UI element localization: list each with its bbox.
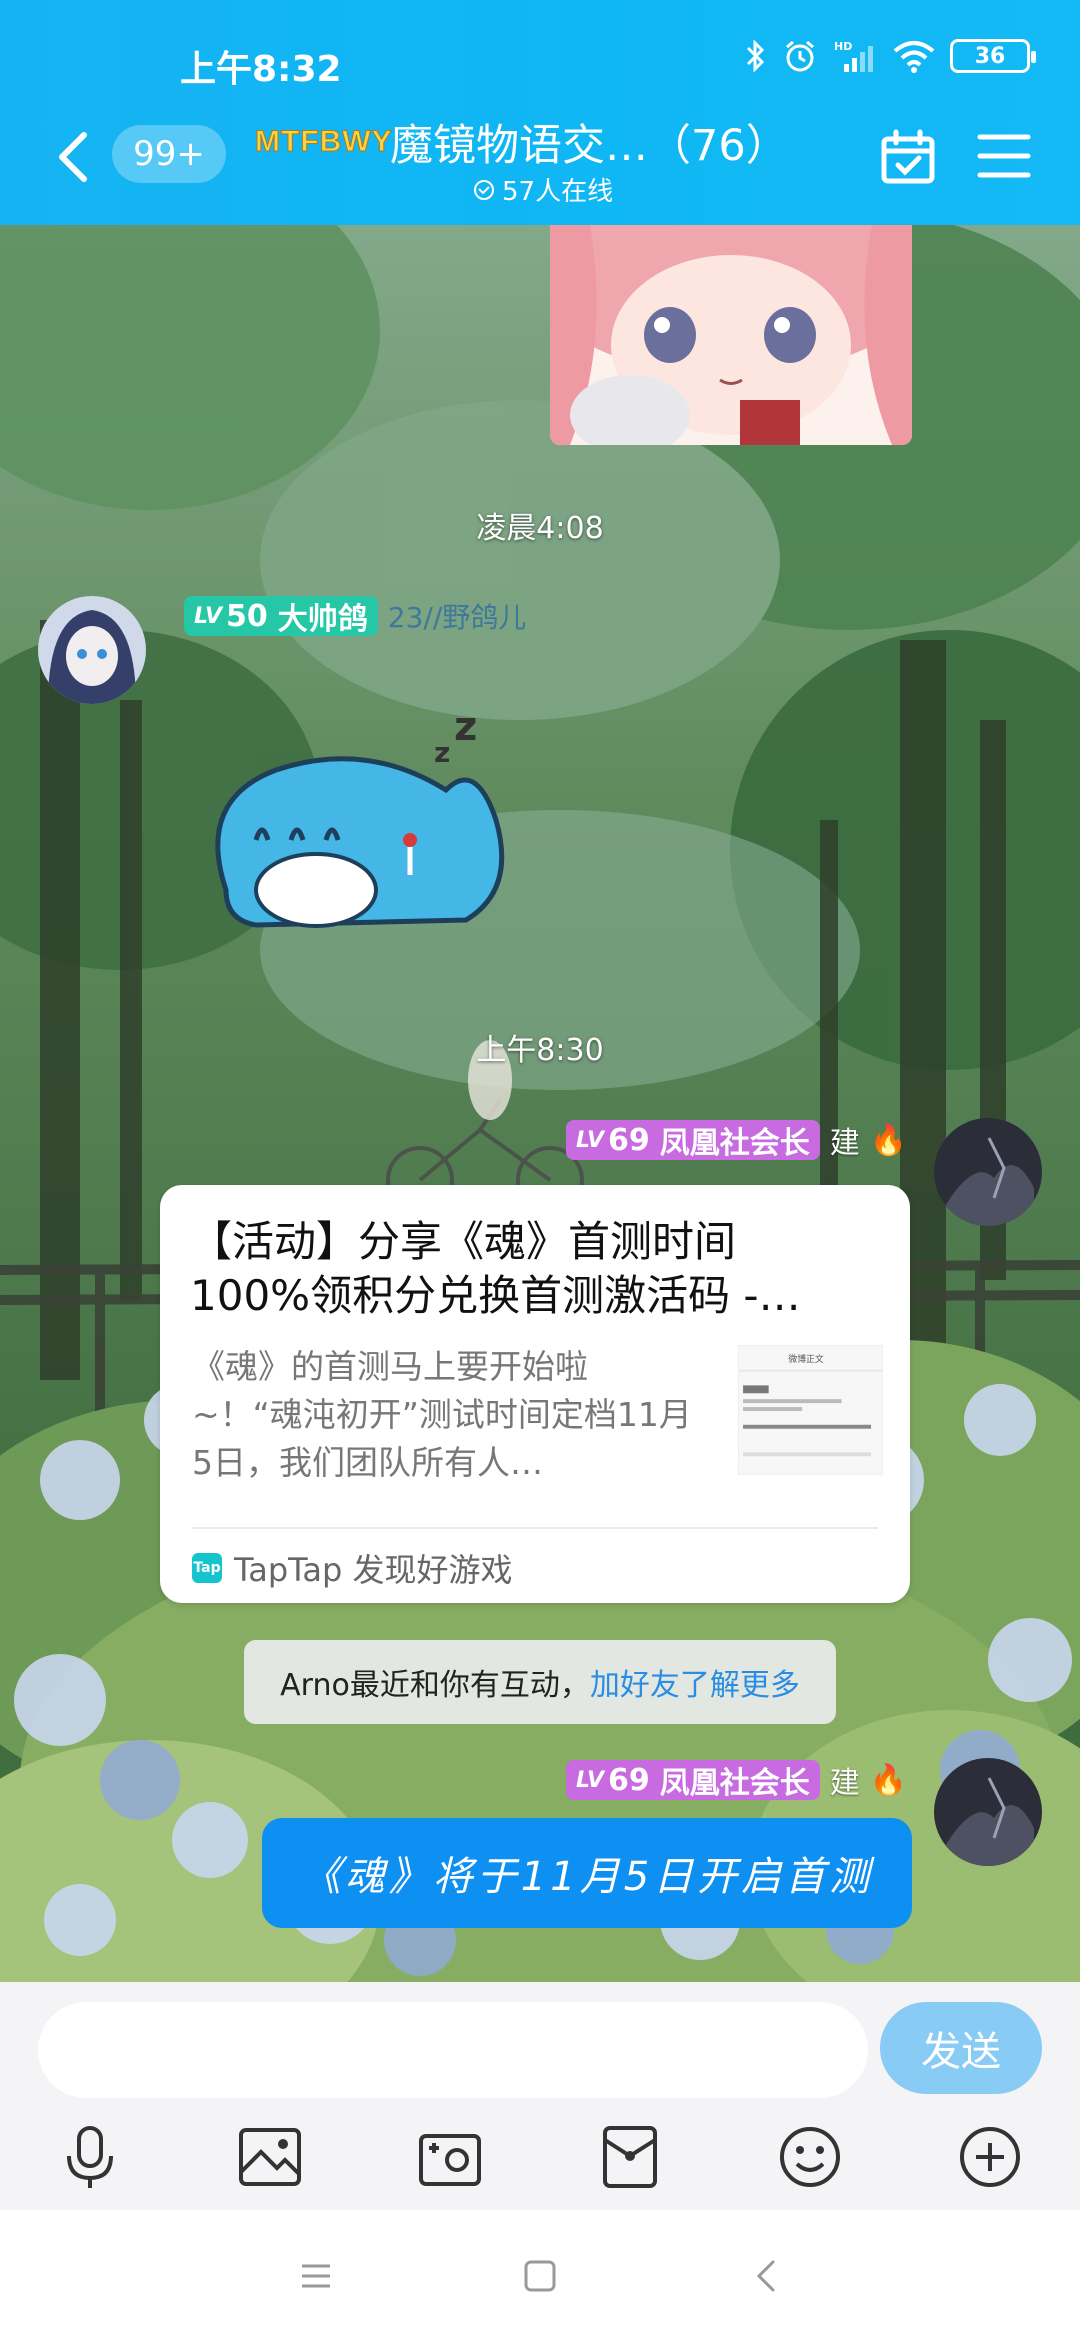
role-tag: 建 bbox=[829, 1126, 860, 1161]
system-navigation-bar bbox=[0, 2210, 1080, 2340]
sleeping-blue-cat-sticker[interactable]: z z bbox=[196, 700, 536, 970]
message-input[interactable] bbox=[38, 2002, 868, 2098]
recents-icon[interactable] bbox=[294, 2254, 338, 2298]
sender-name[interactable]: 大帅鸽 bbox=[278, 594, 368, 638]
send-button[interactable]: 发送 bbox=[880, 2002, 1042, 2094]
home-icon[interactable] bbox=[518, 2254, 562, 2298]
image-icon[interactable] bbox=[235, 2122, 305, 2192]
sender-name[interactable]: 凤凰社会长 bbox=[660, 1118, 810, 1162]
sender-name-line: LV 50 大帅鸽 23//野鸽儿 bbox=[184, 594, 527, 638]
svg-text:z: z bbox=[454, 704, 477, 750]
timestamp: 凌晨4:08 bbox=[476, 511, 604, 546]
sender-name-line: LV 69 凤凰社会长 建 🔥 bbox=[566, 1758, 907, 1802]
top-bar: 上午8:32 HD 36 99+ MTFBWY 魔镜物语交…（76） 57人在线 bbox=[0, 0, 1080, 225]
bluetooth-icon bbox=[746, 39, 765, 73]
online-count-text: 57人在线 bbox=[502, 177, 614, 207]
online-check-icon bbox=[474, 179, 494, 200]
taptap-logo-icon: Tap bbox=[192, 1553, 222, 1583]
status-time: 上午8:32 bbox=[180, 49, 342, 90]
sender-name-line: LV 69 凤凰社会长 建 🔥 bbox=[566, 1118, 907, 1162]
sender-subtitle: 23//野鸽儿 bbox=[387, 601, 527, 634]
group-logo: MTFBWY bbox=[255, 125, 393, 159]
fire-icon: 🔥 bbox=[869, 1762, 908, 1798]
card-title: 【活动】分享《魂》首测时间100%领积分兑换首测激活码 -… bbox=[190, 1217, 801, 1320]
thumbnail-caption: 微博正文 bbox=[788, 1353, 824, 1365]
level-badge: LV 50 大帅鸽 bbox=[184, 594, 378, 638]
friend-suggestion-notice: Arno最近和你有互动， 加好友了解更多 bbox=[244, 1640, 836, 1724]
level-badge: LV 69 凤凰社会长 bbox=[566, 1758, 820, 1802]
unread-count-badge[interactable]: 99+ bbox=[112, 125, 226, 183]
red-packet-icon[interactable] bbox=[595, 2122, 665, 2192]
timestamp: 上午8:30 bbox=[476, 1033, 604, 1068]
plus-icon[interactable] bbox=[955, 2122, 1025, 2192]
svg-text:z: z bbox=[434, 736, 450, 769]
sender-name[interactable]: 凤凰社会长 bbox=[660, 1758, 810, 1802]
back-icon[interactable] bbox=[50, 127, 100, 187]
svg-text:HD: HD bbox=[834, 40, 852, 53]
online-status[interactable]: 57人在线 bbox=[472, 171, 613, 208]
anime-girl-sticker[interactable] bbox=[550, 225, 912, 445]
chat-header: 99+ MTFBWY 魔镜物语交…（76） 57人在线 bbox=[0, 105, 1080, 220]
notice-text: Arno最近和你有互动， bbox=[280, 1668, 590, 1703]
card-thumbnail: 微博正文 bbox=[738, 1345, 883, 1475]
role-tag: 建 bbox=[829, 1766, 860, 1801]
avatar[interactable] bbox=[934, 1758, 1042, 1866]
alarm-icon bbox=[786, 40, 814, 72]
microphone-icon[interactable] bbox=[55, 2122, 125, 2192]
calendar-check-icon[interactable] bbox=[878, 127, 938, 187]
back-nav-icon[interactable] bbox=[745, 2254, 789, 2298]
menu-icon[interactable] bbox=[976, 131, 1032, 181]
card-source-text: TapTap 发现好游戏 bbox=[234, 1551, 513, 1589]
signal-hd-icon: HD bbox=[834, 40, 873, 72]
avatar[interactable] bbox=[934, 1118, 1042, 1226]
camera-icon[interactable] bbox=[415, 2122, 485, 2192]
emoji-icon[interactable] bbox=[775, 2122, 845, 2192]
card-source: Tap TapTap 发现好游戏 bbox=[192, 1545, 513, 1591]
input-bar: 发送 bbox=[0, 1982, 1080, 2210]
fire-icon: 🔥 bbox=[869, 1122, 908, 1158]
status-icons: HD 36 bbox=[744, 38, 1036, 74]
wifi-icon bbox=[893, 41, 935, 73]
add-friend-link[interactable]: 加好友了解更多 bbox=[590, 1660, 800, 1704]
level-badge: LV 69 凤凰社会长 bbox=[566, 1118, 820, 1162]
battery-icon: 36 bbox=[950, 39, 1036, 73]
text-message-bubble[interactable]: 《魂》将于11月5日开启首测 bbox=[262, 1818, 912, 1928]
avatar[interactable] bbox=[38, 596, 146, 704]
link-card[interactable]: 【活动】分享《魂》首测时间100%领积分兑换首测激活码 -… 《魂》的首测马上要… bbox=[160, 1185, 910, 1603]
card-description: 《魂》的首测马上要开始啦~！“魂沌初开”测试时间定档11月5日，我们团队所有人… bbox=[192, 1347, 692, 1482]
group-title[interactable]: 魔镜物语交…（76） bbox=[390, 111, 789, 173]
card-divider bbox=[192, 1527, 878, 1529]
